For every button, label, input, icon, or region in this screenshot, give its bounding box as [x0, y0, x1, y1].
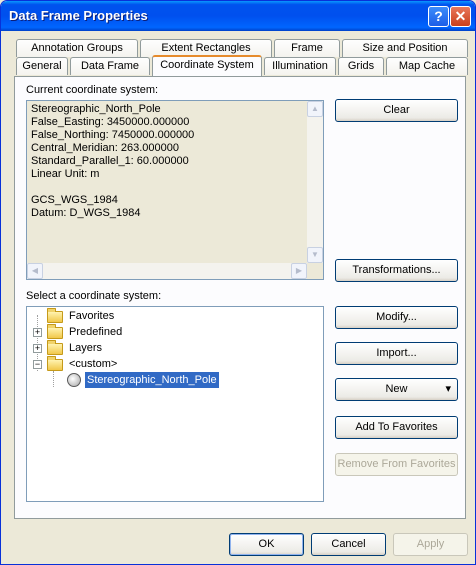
- tree-node-custom[interactable]: − <custom>: [31, 356, 231, 372]
- help-button[interactable]: ?: [428, 6, 449, 27]
- folder-icon: [47, 308, 63, 323]
- close-button[interactable]: ✕: [450, 6, 471, 27]
- tree-node-label: Favorites: [69, 310, 115, 322]
- current-coordinate-box[interactable]: Stereographic_North_Pole False_Easting: …: [26, 100, 324, 280]
- remove-from-favorites-button[interactable]: Remove From Favorites: [335, 453, 458, 476]
- tree-node-label: Predefined: [69, 326, 123, 338]
- tab-frame[interactable]: Frame: [274, 39, 340, 57]
- apply-button[interactable]: Apply: [393, 533, 468, 556]
- select-coordinate-label: Select a coordinate system:: [26, 290, 162, 302]
- folder-icon: [47, 324, 63, 339]
- tab-map-cache[interactable]: Map Cache: [386, 57, 468, 75]
- new-button[interactable]: New ▾: [335, 378, 458, 401]
- tree-node-label: <custom>: [69, 358, 118, 370]
- window-title: Data Frame Properties: [9, 8, 148, 23]
- coordinate-system-tree[interactable]: Favorites + Predefined + Layers − <custo…: [26, 306, 324, 502]
- tab-data-frame[interactable]: Data Frame: [70, 57, 150, 75]
- tab-grids[interactable]: Grids: [338, 57, 384, 75]
- vertical-scrollbar[interactable]: ▲ ▼: [307, 101, 323, 263]
- tree-node-favorites[interactable]: Favorites: [31, 308, 231, 324]
- current-coordinate-text: Stereographic_North_Pole False_Easting: …: [31, 103, 195, 219]
- horizontal-scrollbar[interactable]: ◀ ▶: [27, 263, 307, 279]
- tab-size-and-position[interactable]: Size and Position: [342, 39, 468, 57]
- tree-connector: [53, 371, 54, 387]
- clear-button[interactable]: Clear: [335, 99, 458, 122]
- title-bar[interactable]: Data Frame Properties ? ✕: [1, 1, 475, 31]
- tree-node-label: Stereographic_North_Pole: [85, 372, 219, 388]
- new-button-label: New: [385, 383, 408, 395]
- tab-coordinate-system[interactable]: Coordinate System: [152, 55, 262, 76]
- add-to-favorites-button[interactable]: Add To Favorites: [335, 416, 458, 439]
- import-button[interactable]: Import...: [335, 342, 458, 365]
- tab-general[interactable]: General: [16, 57, 68, 75]
- expand-icon[interactable]: +: [33, 344, 42, 353]
- ok-button[interactable]: OK: [229, 533, 304, 556]
- scroll-up-icon[interactable]: ▲: [307, 101, 323, 117]
- tree-node-layers[interactable]: + Layers: [31, 340, 231, 356]
- globe-icon: [67, 373, 81, 387]
- tree-node-label: Layers: [69, 342, 103, 354]
- current-coordinate-label: Current coordinate system:: [26, 84, 159, 96]
- collapse-icon[interactable]: −: [33, 360, 42, 369]
- scroll-right-icon[interactable]: ▶: [291, 263, 307, 279]
- dropdown-arrow-icon: ▾: [445, 383, 451, 395]
- scroll-down-icon[interactable]: ▼: [307, 247, 323, 263]
- folder-icon: [47, 340, 63, 355]
- tab-illumination[interactable]: Illumination: [264, 57, 336, 75]
- expand-icon[interactable]: +: [33, 328, 42, 337]
- transformations-button[interactable]: Transformations...: [335, 259, 458, 282]
- cancel-button[interactable]: Cancel: [311, 533, 386, 556]
- modify-button[interactable]: Modify...: [335, 306, 458, 329]
- tab-annotation-groups[interactable]: Annotation Groups: [16, 39, 138, 57]
- scroll-left-icon[interactable]: ◀: [27, 263, 43, 279]
- folder-open-icon: [47, 356, 63, 371]
- tree-node-predefined[interactable]: + Predefined: [31, 324, 231, 340]
- tree-node-stereographic[interactable]: Stereographic_North_Pole: [65, 372, 265, 388]
- dialog-window: Data Frame Properties ? ✕ Annotation Gro…: [0, 0, 476, 565]
